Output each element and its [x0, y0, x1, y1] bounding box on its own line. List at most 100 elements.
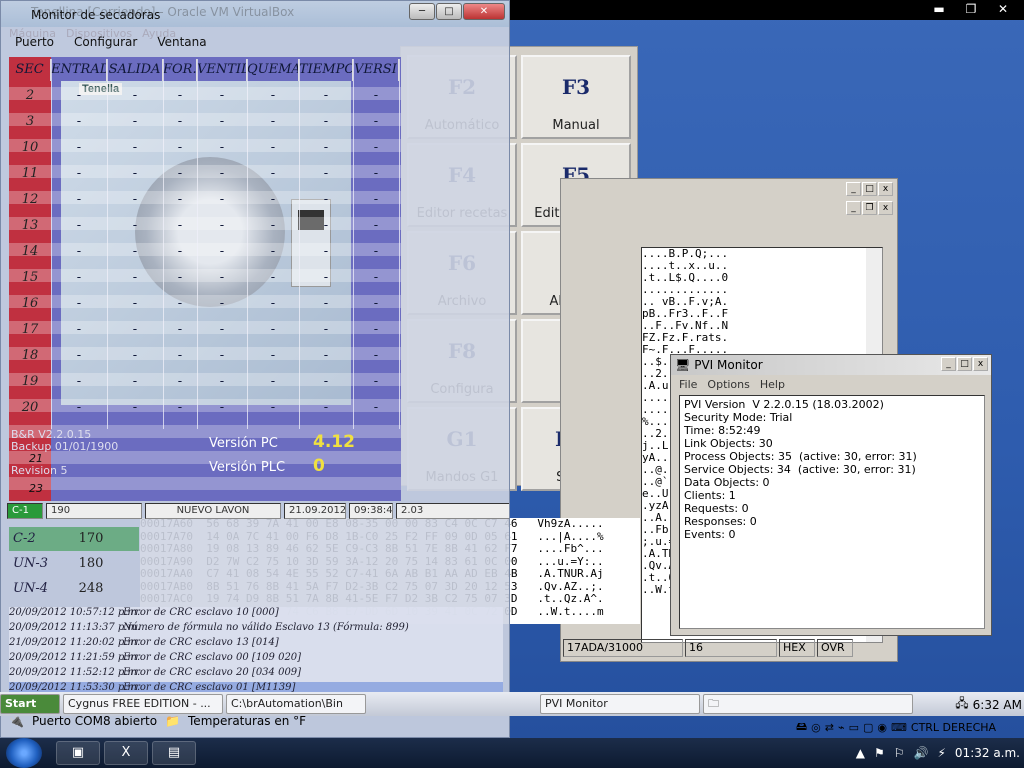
close-button[interactable]: x	[973, 357, 988, 371]
windows-start-icon[interactable]	[6, 738, 42, 768]
host-minimize-button[interactable]: ▬	[924, 0, 954, 18]
unit-value: 180	[78, 556, 104, 571]
mode-status: HEX	[779, 639, 815, 657]
restore-button[interactable]: ❐	[862, 201, 877, 215]
log-entry[interactable]: 20/09/2012 11:21:59 p.m. Error de CRC esc…	[9, 652, 503, 667]
grid-header: SECENTRADASALIDAFOR.VENTILAQUEMATIEMPOVE…	[9, 59, 399, 81]
grid-line	[299, 59, 300, 429]
display-icon[interactable]: ▢	[863, 721, 873, 734]
table-row[interactable]: 13 - - - - - - -	[9, 213, 399, 239]
unit-row[interactable]: C-2 170	[9, 527, 139, 551]
table-cell: -	[132, 348, 138, 363]
column-header[interactable]: TIEMPO	[299, 59, 353, 81]
unit-row[interactable]: UN-3 180	[9, 552, 139, 576]
table-row[interactable]: 10 - - - - - - -	[9, 135, 399, 161]
main-window-controls: ─ □ ✕	[409, 3, 505, 20]
virtualbox-taskbar-icon[interactable]: ▣	[56, 741, 100, 765]
table-cell: -	[219, 296, 225, 311]
menu-file[interactable]: File	[679, 378, 697, 391]
menu-configurar[interactable]: Configurar	[74, 35, 137, 49]
table-cell: -	[219, 192, 225, 207]
close-button[interactable]: ✕	[463, 3, 505, 20]
table-cell: -	[132, 114, 138, 129]
shared-folder-icon[interactable]: ▭	[849, 721, 859, 734]
fkey-label: Manual	[552, 118, 600, 133]
table-row[interactable]: 19 - - - - - - -	[9, 369, 399, 395]
keyboard-icon[interactable]: ⌨	[891, 721, 907, 734]
menu-puerto[interactable]: Puerto	[15, 35, 54, 49]
menu-help[interactable]: Help	[760, 378, 785, 391]
close-button[interactable]: x	[878, 201, 893, 215]
log-message: Error de CRC esclavo 20 [034 009]	[123, 667, 302, 678]
network-icon[interactable]: ⇄	[825, 721, 834, 734]
fkey-button-f3[interactable]: F3 Manual	[521, 55, 631, 139]
column-header[interactable]: SALIDA	[107, 59, 163, 81]
log-entry[interactable]: 21/09/2012 11:20:02 p.m. Error de CRC esc…	[9, 637, 503, 652]
table-row[interactable]: 14 - - - - - - -	[9, 239, 399, 265]
log-entry[interactable]: 20/09/2012 11:13:37 p.m. Número de fórmul…	[9, 622, 503, 637]
log-entry[interactable]: 20/09/2012 11:52:12 p.m. Error de CRC esc…	[9, 667, 503, 682]
taskbar-item-pvi[interactable]: PVI Monitor	[540, 694, 700, 714]
table-row[interactable]: 16 - - - - - - -	[9, 291, 399, 317]
action-center-icon[interactable]: ⚐	[894, 746, 905, 760]
alarm-log[interactable]: 20/09/2012 10:57:12 p.m. Error de CRC esc…	[9, 607, 503, 703]
close-button[interactable]: x	[878, 182, 893, 196]
table-row[interactable]: 3 - - - - - - -	[9, 109, 399, 135]
column-header[interactable]: VERSI	[353, 59, 399, 81]
minimize-button[interactable]: ─	[409, 3, 435, 20]
maximize-button[interactable]: □	[436, 3, 462, 20]
column-header[interactable]: QUEMA	[247, 59, 299, 81]
flag-icon[interactable]: ⚑	[874, 746, 885, 760]
menu-options[interactable]: Options	[707, 378, 749, 391]
dryer-grid[interactable]: 2 - - - - - - - 3 - - - - - - - 10 - - - - - - - 11 - - - - - - - 12 - - - -…	[9, 83, 399, 433]
table-cell: -	[373, 322, 379, 337]
table-cell: -	[76, 218, 82, 233]
guest-start-button[interactable]: Start	[0, 694, 60, 714]
host-restore-button[interactable]: ❐	[956, 0, 986, 18]
show-hidden-icons[interactable]: ▲	[856, 746, 865, 760]
taskbar-item-empty[interactable]: 🗀	[703, 694, 913, 714]
taskbar-item-bin[interactable]: C:\brAutomation\Bin	[226, 694, 366, 714]
table-cell: -	[76, 88, 82, 103]
column-header[interactable]: SEC	[9, 59, 51, 81]
table-row[interactable]: 20 - - - - - - -	[9, 395, 399, 421]
table-row[interactable]: 15 - - - - - - -	[9, 265, 399, 291]
log-entry[interactable]: 20/09/2012 10:57:12 p.m. Error de CRC esc…	[9, 607, 503, 622]
minimize-button[interactable]: _	[846, 182, 861, 196]
excel-taskbar-icon[interactable]: X	[104, 741, 148, 765]
column-header[interactable]: VENTILA	[197, 59, 247, 81]
taskbar-item-cygnus[interactable]: Cygnus FREE EDITION - ...	[63, 694, 223, 714]
table-cell: -	[76, 114, 82, 129]
usb-icon[interactable]: ⌁	[838, 721, 845, 734]
table-cell: -	[323, 244, 329, 259]
pvi-info-line: Security Mode: Trial	[684, 411, 793, 424]
vm-taskbar-icon[interactable]: ▤	[152, 741, 196, 765]
minimize-button[interactable]: _	[846, 201, 861, 215]
table-row[interactable]: 12 - - - - - - -	[9, 187, 399, 213]
guest-taskbar: Start Cygnus FREE EDITION - ... C:\brAut…	[0, 692, 1024, 716]
table-row[interactable]: 18 - - - - - - -	[9, 343, 399, 369]
insert-status: OVR	[817, 639, 853, 657]
table-row[interactable]: 11 - - - - - - -	[9, 161, 399, 187]
mouse-integration-icon[interactable]: ◉	[877, 721, 887, 734]
cd-icon[interactable]: ◎	[811, 721, 821, 734]
hex-status-bar: 17ADA/31000 16 HEX OVR	[561, 639, 897, 657]
column-header[interactable]: ENTRADA	[51, 59, 107, 81]
column-header[interactable]: FOR.	[163, 59, 197, 81]
log-date: 20/09/2012 11:21:59 p.m.	[9, 652, 141, 663]
hdd-icon[interactable]: 🖴	[796, 718, 807, 737]
table-row[interactable]: 2 - - - - - - -	[9, 83, 399, 109]
host-close-button[interactable]: ✕	[988, 0, 1018, 18]
table-row[interactable]: 17 - - - - - - -	[9, 317, 399, 343]
network-icon[interactable]: 🖧	[955, 694, 968, 715]
volume-icon[interactable]: 🔊	[914, 746, 929, 760]
unit-row[interactable]: UN-4 248	[9, 577, 139, 601]
power-icon[interactable]: ⚡	[937, 746, 945, 760]
menu-ventana[interactable]: Ventana	[157, 35, 206, 49]
minimize-button[interactable]: _	[941, 357, 956, 371]
maximize-button[interactable]: □	[957, 357, 972, 371]
maximize-button[interactable]: □	[862, 182, 877, 196]
table-cell: -	[270, 348, 276, 363]
unit-time: 09:38:4	[349, 503, 393, 519]
table-cell: -	[76, 244, 82, 259]
